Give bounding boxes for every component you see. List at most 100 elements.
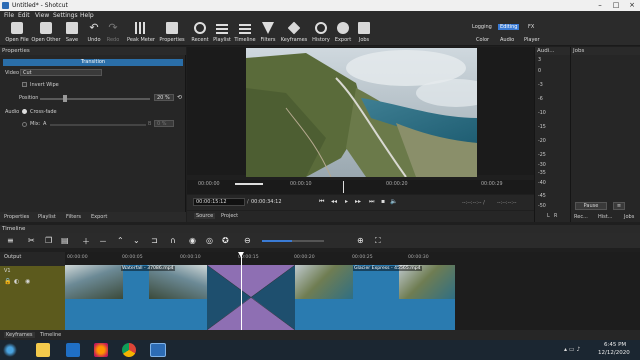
- mix-value-field[interactable]: 0 %: [154, 120, 174, 127]
- layout-audio[interactable]: Audio: [500, 37, 514, 43]
- fast-forward-icon[interactable]: ▸▸: [355, 198, 361, 205]
- viewer-tick: 00:00:20: [386, 182, 408, 187]
- scrub-icon[interactable]: ◉: [189, 236, 196, 245]
- minimize-button[interactable]: –: [592, 0, 608, 11]
- timeline-panel-title: Timeline: [0, 225, 640, 233]
- filter-funnel-icon: [262, 22, 274, 34]
- paste-icon[interactable]: ▤: [61, 236, 69, 245]
- track-header-v1[interactable]: V1 🔒 ◐ ◉: [0, 266, 65, 330]
- cross-fade-radio[interactable]: [22, 109, 27, 114]
- timeline-playhead[interactable]: [241, 252, 242, 330]
- overwrite-icon[interactable]: ⌄: [133, 236, 140, 245]
- lock-icon[interactable]: 🔒: [4, 278, 11, 285]
- duration-timecode: 00:00:34:12: [251, 199, 282, 205]
- db-tick: -3: [538, 83, 543, 88]
- tab-history[interactable]: Hist...: [598, 214, 612, 220]
- remove-icon[interactable]: －: [99, 236, 107, 247]
- zoom-in-icon[interactable]: ⊕: [357, 236, 364, 245]
- layout-editing[interactable]: Editing: [498, 24, 520, 30]
- mix-radio[interactable]: [22, 122, 27, 127]
- taskbar-date: 12/12/2020: [598, 350, 630, 356]
- left-panel-tabs: Properties Playlist Filters Export: [0, 212, 186, 222]
- maximize-button[interactable]: □: [608, 0, 624, 11]
- start-button-icon[interactable]: [3, 343, 17, 357]
- outlook-icon[interactable]: [66, 343, 80, 357]
- tab-export[interactable]: Export: [91, 214, 107, 220]
- position-reset-icon[interactable]: ⟲: [177, 94, 182, 101]
- pause-jobs-button[interactable]: Pause: [575, 202, 607, 210]
- tab-filters[interactable]: Filters: [66, 214, 81, 220]
- tab-playlist[interactable]: Playlist: [38, 214, 56, 220]
- clip-label: Waterfall - 37086.mp4: [121, 266, 175, 271]
- menu-edit[interactable]: Edit: [18, 12, 30, 19]
- tab-source[interactable]: Source: [194, 213, 216, 219]
- zoom-out-icon[interactable]: ⊖: [244, 236, 251, 245]
- chrome-icon[interactable]: [122, 343, 136, 357]
- playhead-marker[interactable]: [238, 252, 244, 257]
- current-timecode[interactable]: 00:00:15:12: [193, 198, 245, 206]
- db-tick: -40: [538, 181, 546, 186]
- layout-logging[interactable]: Logging: [472, 24, 492, 30]
- menu-help[interactable]: Help: [80, 12, 94, 19]
- viewer-playhead[interactable]: [343, 181, 344, 193]
- mix-slider[interactable]: [50, 124, 146, 126]
- layout-color[interactable]: Color: [476, 37, 489, 43]
- db-tick: -15: [538, 125, 546, 130]
- menu-view[interactable]: View: [35, 12, 49, 19]
- lift-icon[interactable]: ⌃: [117, 236, 124, 245]
- split-icon[interactable]: ⊐: [151, 236, 158, 245]
- timeline-menu-icon[interactable]: ≡: [7, 236, 14, 245]
- invert-wipe-checkbox[interactable]: [22, 82, 27, 87]
- tab-keyframes[interactable]: Keyframes: [4, 332, 35, 338]
- peak-meter-button[interactable]: Peak Meter: [124, 22, 158, 43]
- tray-icons[interactable]: ▴ ▭ ♪: [564, 346, 580, 353]
- transition-clip[interactable]: [207, 265, 295, 330]
- viewer-timeline-ruler[interactable]: 00:00:00 00:00:10 00:00:20 00:00:29: [187, 180, 534, 194]
- taskbar-time: 6:45 PM: [604, 342, 627, 348]
- video-frame[interactable]: [246, 48, 477, 177]
- menu-file[interactable]: File: [4, 12, 14, 19]
- file-explorer-icon[interactable]: [36, 343, 50, 357]
- ripple-icon[interactable]: ◎: [206, 236, 213, 245]
- audio-meter-title: Audi...: [535, 47, 571, 55]
- cross-fade-label: Cross-fade: [30, 109, 57, 115]
- zoom-fit-icon[interactable]: ⛶: [375, 236, 381, 246]
- position-value-field[interactable]: 20 %: [154, 94, 174, 101]
- tab-timeline[interactable]: Timeline: [40, 332, 61, 338]
- menu-settings[interactable]: Settings: [53, 12, 78, 19]
- position-slider[interactable]: [40, 98, 150, 100]
- visibility-eye-icon[interactable]: ◉: [25, 278, 30, 285]
- video-transition-select[interactable]: Cut: [20, 69, 102, 76]
- position-slider-handle[interactable]: [63, 95, 67, 102]
- main-toolbar: Open File Open Other Save ↶ Undo ↷ Redo …: [0, 20, 640, 46]
- tab-project[interactable]: Project: [221, 213, 238, 219]
- append-icon[interactable]: ＋: [82, 236, 90, 247]
- shotcut-taskbar-icon[interactable]: [150, 343, 166, 357]
- layout-fx[interactable]: FX: [528, 24, 534, 30]
- cut-icon[interactable]: ✂: [28, 236, 35, 245]
- clip-waterfall[interactable]: Waterfall - 37086.mp4: [65, 265, 207, 330]
- loop-icon[interactable]: ▪: [381, 198, 385, 205]
- mix-a-label: A: [43, 121, 47, 127]
- layout-player[interactable]: Player: [524, 37, 540, 43]
- ripple-all-icon[interactable]: ✪: [222, 236, 229, 245]
- firefox-icon[interactable]: [94, 343, 108, 357]
- mute-icon[interactable]: ◐: [14, 278, 19, 285]
- volume-icon[interactable]: 🔈: [390, 198, 397, 205]
- skip-previous-icon[interactable]: ⏮: [319, 198, 324, 206]
- snap-magnet-icon[interactable]: ∩: [170, 236, 176, 245]
- clip-glacier-express[interactable]: Glacier Express - 45565.mp4: [295, 265, 455, 330]
- jobs-button[interactable]: Jobs: [347, 22, 381, 43]
- jobs-menu-icon[interactable]: ≡: [613, 202, 625, 210]
- db-tick: 3: [538, 58, 542, 63]
- tab-properties[interactable]: Properties: [4, 214, 29, 220]
- play-icon[interactable]: ▸: [345, 198, 348, 205]
- tab-jobs[interactable]: Jobs: [624, 214, 634, 220]
- copy-icon[interactable]: ❐: [45, 236, 52, 245]
- rewind-icon[interactable]: ◂◂: [331, 198, 337, 205]
- db-tick: -20: [538, 139, 546, 144]
- skip-next-icon[interactable]: ⏭: [369, 198, 374, 206]
- close-button[interactable]: ×: [624, 0, 640, 11]
- clip-thumbnail-start: [65, 265, 123, 299]
- tab-recent[interactable]: Rec...: [574, 214, 588, 220]
